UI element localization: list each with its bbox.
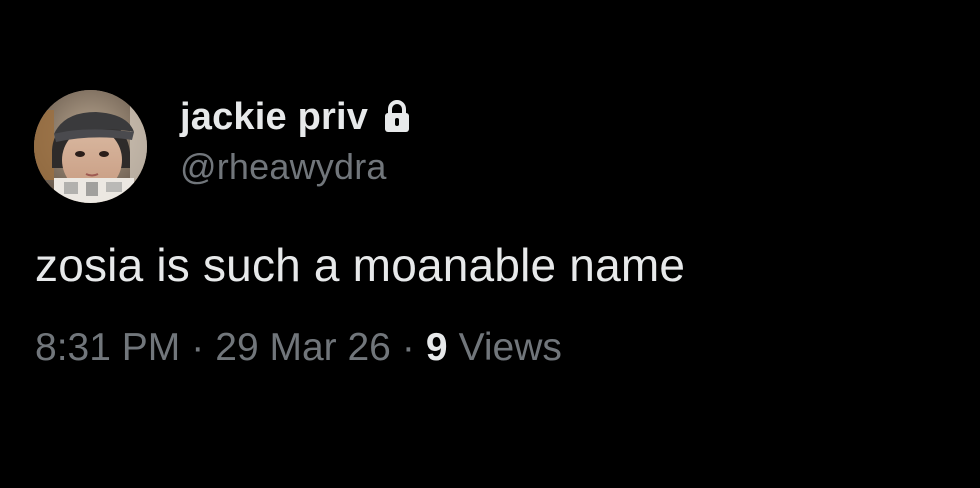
views-count[interactable]: 9 <box>426 326 448 370</box>
lock-icon <box>382 99 412 133</box>
separator-dot: · <box>191 326 205 369</box>
tweet: jackie priv @rheawydra zosia is such a m… <box>0 0 980 488</box>
avatar-photo-icon <box>34 90 147 203</box>
user-handle[interactable]: @rheawydra <box>180 146 412 188</box>
views-label[interactable]: Views <box>459 326 562 370</box>
tweet-meta: 8:31 PM · 29 Mar 26 · 9 Views <box>35 326 562 370</box>
user-info: jackie priv @rheawydra <box>180 92 412 188</box>
name-row: jackie priv <box>180 92 412 142</box>
tweet-text: zosia is such a moanable name <box>35 239 686 291</box>
tweet-date[interactable]: 29 Mar 26 <box>215 326 391 370</box>
avatar[interactable] <box>34 90 147 203</box>
tweet-time[interactable]: 8:31 PM <box>35 326 180 370</box>
separator-dot: · <box>401 326 415 369</box>
display-name[interactable]: jackie priv <box>180 96 368 139</box>
